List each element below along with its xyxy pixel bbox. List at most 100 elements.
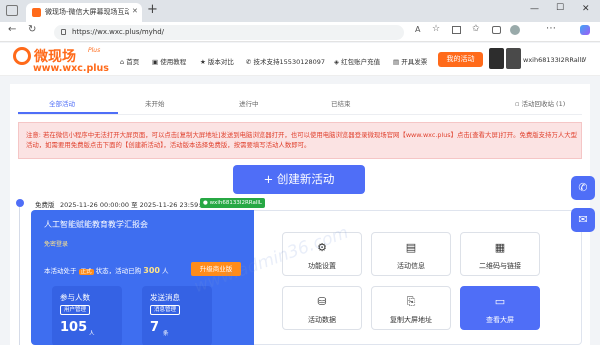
copy-screen-url-button[interactable]: ⎘ 复制大屏地址	[371, 286, 451, 330]
tab-ended[interactable]: 已结束	[331, 98, 351, 108]
logo-domain: www.wxc.plus	[33, 63, 109, 74]
redpacket-icon: ◈	[334, 58, 339, 66]
user-manage-button[interactable]: 用户管理	[60, 305, 91, 315]
participants-stat: 参与人数 用户管理 105 人	[52, 286, 122, 345]
window-close-button[interactable]: ✕	[582, 4, 590, 14]
activity-login-type: 免密登录	[44, 241, 69, 248]
avatar-secondary	[506, 48, 521, 69]
nav-label: 红包账户充值	[341, 58, 381, 66]
status-prefix: 本活动处于	[44, 267, 77, 275]
floating-phone-button[interactable]: ✆	[571, 176, 595, 200]
tab-label: 全部活动	[49, 100, 75, 108]
window-maximize-button[interactable]: ☐	[556, 3, 564, 13]
capacity-value: 300	[143, 266, 160, 275]
owner-badge-text: wxih68133I2RRallL	[209, 200, 262, 206]
stat-label: 发送消息	[150, 293, 180, 302]
activity-version: 免费版	[35, 201, 55, 209]
window-minimize-button[interactable]: —	[530, 4, 539, 14]
link-icon: ⎘	[406, 295, 416, 308]
stat-unit: 条	[163, 331, 169, 337]
action-label: 功能设置	[308, 262, 336, 270]
tab-in-progress[interactable]: 进行中	[239, 98, 259, 108]
trash-icon: ▫	[515, 100, 520, 108]
tab-not-started[interactable]: 未开始	[145, 98, 165, 108]
nav-tutorial[interactable]: ▣ 使用教程	[152, 56, 186, 66]
status-mid: 状态，活动已购	[95, 267, 142, 275]
view-screen-button[interactable]: ▭ 查看大屏	[460, 286, 540, 330]
home-icon: ⌂	[120, 58, 125, 66]
nav-version-compare[interactable]: ★ 版本对比	[200, 56, 234, 66]
create-activity-button[interactable]: + 创建新活动	[233, 165, 365, 194]
star-icon: ★	[200, 58, 206, 66]
recycle-bin-label: 活动回收站 (1)	[521, 100, 566, 108]
database-icon: ⛁	[317, 295, 327, 308]
timeline-line	[19, 207, 20, 345]
split-screen-icon[interactable]	[452, 26, 461, 34]
user-icon: ●	[203, 200, 208, 206]
new-tab-button[interactable]: +	[147, 2, 158, 17]
nav-recharge[interactable]: ◈ 红包账户充值	[334, 56, 380, 66]
more-menu-icon[interactable]: ⋯	[546, 23, 556, 34]
browser-tab[interactable]: 微现场-微信大屏幕现场互动服务 ✕	[26, 3, 142, 22]
my-activity-button[interactable]: 我的活动	[438, 52, 483, 67]
lock-icon	[61, 29, 66, 35]
activity-time-range: 2025-11-26 00:00:00 至 2025-11-26 23:59:5…	[60, 201, 209, 209]
activity-info-button[interactable]: ▤ 活动信息	[371, 232, 451, 276]
collections-icon[interactable]	[492, 26, 501, 34]
nav-support[interactable]: ✆ 技术支持15530128097	[246, 56, 325, 66]
monitor-icon: ▭	[494, 295, 506, 308]
floating-chat-button[interactable]: ✉	[571, 208, 595, 232]
favorite-star-icon[interactable]: ☆	[432, 24, 440, 34]
site-favicon	[32, 8, 41, 17]
owner-badge: ● wxih68133I2RRallL	[200, 198, 265, 208]
action-label: 复制大屏地址	[390, 316, 432, 324]
notice-box: 注意: 若在微信小程序中无法打开大屏页面，可以点击[复制大屏地址]发送到电脑浏览…	[18, 122, 582, 159]
recycle-bin-link[interactable]: ▫ 活动回收站 (1)	[515, 98, 565, 108]
avatar[interactable]	[489, 48, 504, 69]
read-aloud-icon[interactable]: A	[415, 25, 420, 34]
username[interactable]: wxih68133I2RRallL	[523, 56, 585, 64]
activity-title[interactable]: 人工智能赋能教育教学汇报会	[44, 219, 148, 230]
phone-icon: ✆	[246, 58, 252, 66]
site-logo[interactable]: 微现场 Plus www.wxc.plus	[13, 44, 113, 76]
action-label: 活动数据	[308, 316, 336, 324]
nav-invoice[interactable]: ▤ 开具发票	[393, 56, 427, 66]
copilot-icon[interactable]	[580, 25, 590, 35]
nav-label: 首页	[126, 58, 140, 66]
nav-label: 版本对比	[207, 58, 234, 66]
notice-text: 注意: 若在微信小程序中无法打开大屏页面，可以点击[复制大屏地址]发送到电脑浏览…	[26, 131, 578, 149]
action-label: 查看大屏	[486, 316, 514, 324]
url-text: https://wx.wxc.plus/myhd/	[72, 28, 165, 36]
back-button[interactable]: ←	[8, 24, 16, 35]
activity-data-button[interactable]: ⛁ 活动数据	[282, 286, 362, 330]
profile-icon[interactable]	[510, 25, 520, 35]
activity-status-line: 本活动处于 正式 状态，活动已购 300 人	[44, 265, 169, 275]
nav-label: 技术支持15530128097	[253, 58, 326, 66]
book-icon: ▣	[152, 58, 159, 66]
nav-label: 使用教程	[160, 58, 187, 66]
stat-label: 参与人数	[60, 293, 90, 302]
url-field[interactable]: https://wx.wxc.plus/myhd/	[54, 25, 404, 40]
status-badge: 正式	[78, 269, 94, 275]
reload-button[interactable]: ↻	[28, 24, 36, 35]
invoice-icon: ▤	[393, 58, 400, 66]
stat-value: 105	[60, 320, 88, 335]
logo-mark-icon	[13, 47, 31, 65]
nav-label: 开具发票	[401, 58, 428, 66]
qrcode-link-button[interactable]: ▦ 二维码与链接	[460, 232, 540, 276]
stat-value: 7	[150, 320, 160, 335]
tab-close-icon[interactable]: ✕	[132, 7, 138, 15]
tab-all-activities[interactable]: 全部活动	[18, 92, 118, 114]
stat-unit: 人	[89, 331, 95, 337]
tab-divider	[18, 114, 582, 115]
nav-home[interactable]: ⌂ 首页	[120, 56, 139, 66]
message-manage-button[interactable]: 消息管理	[150, 305, 181, 315]
tab-actions-icon[interactable]	[6, 5, 18, 16]
user-menu-chevron-icon[interactable]: ∨	[582, 55, 587, 63]
favorites-icon[interactable]: ✩	[472, 24, 480, 34]
logo-plus-badge: Plus	[88, 47, 101, 54]
timeline-dot	[16, 199, 24, 207]
action-label: 活动信息	[397, 262, 425, 270]
document-icon: ▤	[405, 241, 417, 254]
action-label: 二维码与链接	[479, 262, 521, 270]
